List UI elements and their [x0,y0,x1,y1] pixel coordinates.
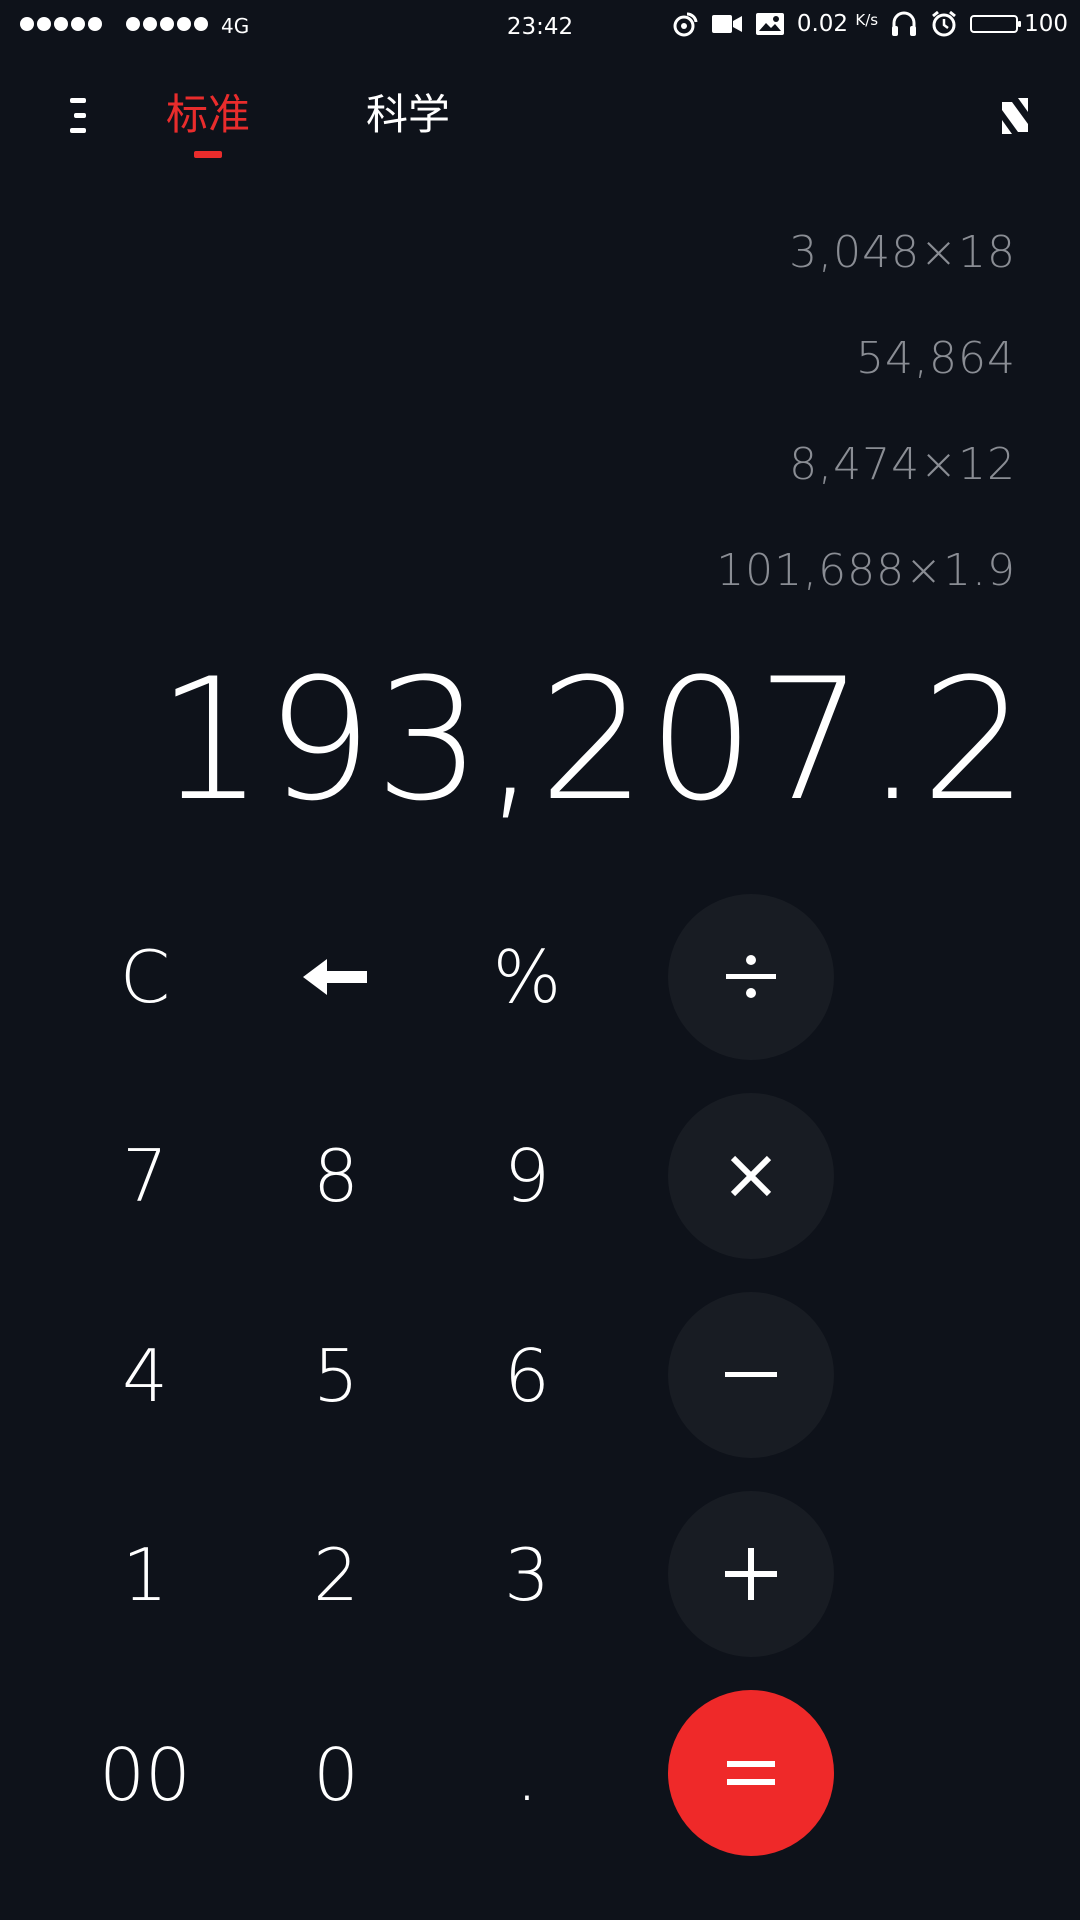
gallery-icon [755,13,784,35]
status-right-group: 0.02 K/s 100 [671,10,1068,38]
history-line: 54,864 [856,333,1016,384]
alarm-clock-icon [932,10,957,37]
equals-button[interactable] [668,1690,834,1856]
subtract-button[interactable] [668,1292,834,1458]
result-display: 193,207.2 [156,642,1030,838]
headphones-icon [892,11,917,36]
double-zero-button[interactable]: 00 [65,1695,225,1855]
divide-button[interactable] [668,894,834,1060]
digit-1-button[interactable]: 1 [65,1495,225,1655]
digit-3-button[interactable]: 3 [447,1495,607,1655]
equals-icon [727,1761,775,1785]
network-speed: 0.02 K/s [796,11,879,37]
active-tab-indicator [194,151,222,158]
digit-7-button[interactable]: 7 [65,1096,225,1256]
digit-4-button[interactable]: 4 [65,1296,225,1456]
battery-indicator: 100 [970,11,1068,37]
clear-button[interactable]: C [65,897,225,1057]
weibo-icon [673,12,698,37]
backspace-button[interactable] [256,897,416,1057]
tab-standard[interactable]: 标准 [166,90,250,140]
digit-2-button[interactable]: 2 [256,1495,416,1655]
plus-icon [725,1548,777,1600]
history-line: 101,688×1.9 [716,545,1016,596]
history-line: 8,474×12 [789,439,1016,490]
battery-icon [970,15,1022,33]
multiply-icon [730,1155,772,1197]
menu-icon[interactable] [58,94,98,138]
digit-9-button[interactable]: 9 [447,1096,607,1256]
calculator-screen: 4G 23:42 0.02 K/s 100 标准 科学 3,048×18 54,… [0,0,1080,1920]
minus-icon [725,1372,777,1377]
digit-0-button[interactable]: 0 [256,1695,416,1855]
top-bar: 标准 科学 [0,56,1080,176]
digit-6-button[interactable]: 6 [447,1296,607,1456]
divide-icon [726,955,776,998]
video-camera-icon [711,15,742,33]
battery-level: 100 [1024,11,1068,37]
percent-button[interactable]: % [447,897,607,1057]
history-line: 3,048×18 [789,227,1016,278]
digit-8-button[interactable]: 8 [256,1096,416,1256]
add-button[interactable] [668,1491,834,1657]
status-bar: 4G 23:42 0.02 K/s 100 [0,0,1080,56]
multiply-button[interactable] [668,1093,834,1259]
app-logo-icon[interactable] [998,96,1034,136]
backspace-arrow-icon [303,959,367,995]
digit-5-button[interactable]: 5 [256,1296,416,1456]
decimal-point-button[interactable]: . [447,1695,607,1855]
keypad: C % 7 8 9 4 5 6 1 2 3 00 0 . [0,844,1080,1920]
tab-science[interactable]: 科学 [366,90,450,140]
calculation-history: 3,048×18 54,864 8,474×12 101,688×1.9 [716,220,1016,644]
